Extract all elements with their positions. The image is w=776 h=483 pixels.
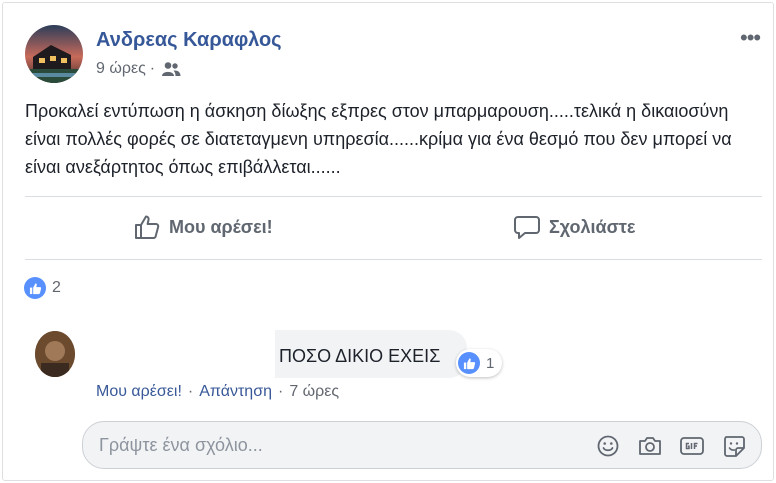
post-meta: 9 ώρες · (96, 60, 181, 78)
camera-icon[interactable] (637, 433, 663, 459)
reaction-count: 2 (52, 279, 61, 296)
comment-button-label: Σχολιάστε (549, 216, 636, 237)
post-time[interactable]: 9 ώρες (96, 60, 146, 78)
more-options-button[interactable]: ••• (740, 25, 761, 51)
comment-composer[interactable] (82, 421, 762, 469)
comment-dot-2: · (277, 383, 284, 400)
comment-reaction-summary[interactable]: 1 (456, 349, 503, 377)
comment-dot-1: · (187, 383, 194, 400)
comment-like-icon (458, 352, 480, 374)
comment-icon (513, 213, 541, 241)
divider-bottom (25, 259, 762, 260)
sticker-icon[interactable] (721, 433, 747, 459)
friends-icon[interactable] (161, 61, 181, 77)
comment-input[interactable] (99, 432, 579, 458)
divider-top (25, 196, 762, 197)
comment-actions: Μου αρέσει! · Απάντηση · 7 ώρες (96, 383, 339, 401)
meta-separator: · (149, 60, 156, 77)
comment-time[interactable]: 7 ώρες (289, 383, 339, 401)
comment-text: ΠΟΣΟ ΔΙΚΙΟ ΕΧΕΙΣ (279, 346, 441, 366)
author-name[interactable]: Ανδρεας Καραφλος (96, 29, 282, 52)
comment-button[interactable]: Σχολιάστε (513, 213, 635, 241)
commenter-avatar[interactable] (35, 331, 75, 377)
post-card: Ανδρεας Καραφλος 9 ώρες · ••• Προκαλεί ε… (2, 2, 774, 481)
like-button-label: Μου αρέσει! (169, 216, 273, 237)
thumbs-up-icon (133, 213, 161, 241)
like-button[interactable]: Μου αρέσει! (133, 213, 273, 241)
emoji-icon[interactable] (595, 433, 621, 459)
like-reaction-icon (24, 277, 46, 299)
comment-reaction-count: 1 (486, 354, 495, 372)
redacted-commenter-name (75, 325, 275, 387)
post-text: Προκαλεί εντύπωση η άσκηση δίωξης εξπρες… (25, 101, 732, 177)
comment-like-link[interactable]: Μου αρέσει! (96, 383, 182, 401)
comment-reply-link[interactable]: Απάντηση (199, 383, 272, 401)
author-avatar[interactable] (25, 25, 83, 83)
reaction-summary[interactable]: 2 (24, 277, 61, 299)
gif-icon[interactable] (679, 433, 705, 459)
